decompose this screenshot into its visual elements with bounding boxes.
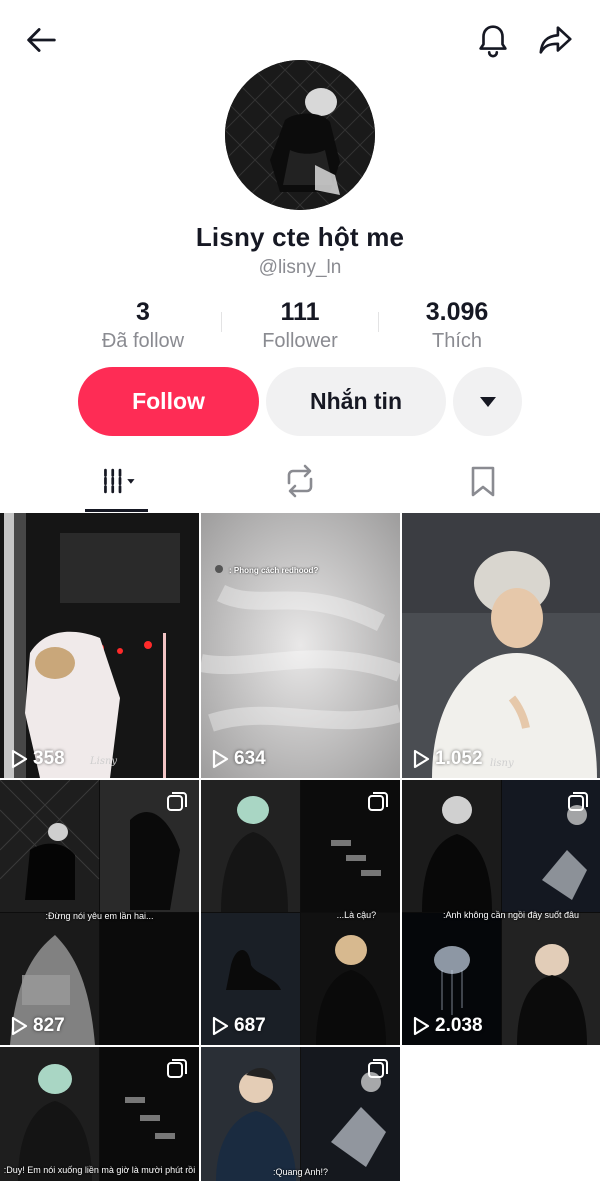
share-button[interactable] bbox=[534, 18, 578, 62]
view-count-text: 1.052 bbox=[435, 748, 483, 769]
grid-lines-icon bbox=[104, 468, 135, 494]
profile-tabs bbox=[0, 452, 600, 512]
play-outline-icon bbox=[11, 1016, 28, 1036]
likes-stat: 3.096 Thích bbox=[367, 298, 547, 353]
video-overlay-text: : Phong cách redhood? bbox=[229, 566, 319, 575]
following-stat[interactable]: 3 Đã follow bbox=[53, 298, 233, 353]
video-thumbnail[interactable]: Lisny 358 bbox=[0, 513, 199, 778]
view-count-text: 358 bbox=[33, 748, 65, 769]
tab-videos[interactable] bbox=[20, 452, 220, 510]
video-thumbnail[interactable]: :Quang Anh!? bbox=[201, 1047, 400, 1181]
view-count: 634 bbox=[210, 748, 266, 770]
followers-label: Follower bbox=[262, 330, 338, 352]
view-count-text: 687 bbox=[234, 1015, 266, 1036]
view-count: 687 bbox=[210, 1015, 266, 1037]
video-caption: :Đừng nói yêu em lần hai... bbox=[45, 911, 154, 921]
video-thumbnail[interactable]: :Duy! Em nói xuống liền mà giờ là mười p… bbox=[0, 1047, 199, 1181]
profile-actions: Follow Nhắn tin bbox=[0, 367, 600, 437]
view-count: 1.052 bbox=[411, 748, 483, 770]
back-button[interactable] bbox=[19, 18, 63, 62]
play-outline-icon bbox=[413, 749, 430, 769]
video-thumbnail-image bbox=[201, 513, 400, 778]
notifications-button[interactable] bbox=[471, 18, 515, 62]
video-thumbnail-image bbox=[0, 513, 199, 778]
multi-image-icon bbox=[568, 792, 588, 812]
video-thumbnail[interactable]: :Anh không cần ngồi đây suốt đâu 2.038 bbox=[402, 780, 600, 1045]
multi-image-icon bbox=[167, 1059, 187, 1079]
active-tab-indicator bbox=[85, 509, 148, 512]
view-count-text: 634 bbox=[234, 748, 266, 769]
play-outline-icon bbox=[11, 749, 28, 769]
followers-stat[interactable]: 111 Follower bbox=[210, 298, 390, 353]
arrow-left-icon bbox=[27, 28, 56, 52]
video-thumbnail[interactable]: ...Là cậu? 687 bbox=[201, 780, 400, 1045]
view-count: 2.038 bbox=[411, 1015, 483, 1037]
video-caption: :Quang Anh!? bbox=[272, 1167, 329, 1177]
multi-image-icon bbox=[368, 1059, 388, 1079]
video-thumbnail[interactable]: :Đừng nói yêu em lần hai... 827 bbox=[0, 780, 199, 1045]
repost-icon bbox=[287, 464, 313, 498]
play-outline-icon bbox=[212, 749, 229, 769]
view-count: 358 bbox=[9, 748, 65, 770]
bell-icon bbox=[479, 25, 507, 58]
tab-saved[interactable] bbox=[383, 452, 583, 510]
display-name: Lisny cte hột me bbox=[195, 222, 405, 252]
multi-image-icon bbox=[167, 792, 187, 812]
video-grid: Lisny 358 : Phong cách redhood? 634 lisn… bbox=[0, 513, 600, 1181]
play-outline-icon bbox=[413, 1016, 430, 1036]
likes-label: Thích bbox=[431, 330, 483, 352]
message-button[interactable]: Nhắn tin bbox=[266, 367, 446, 436]
view-count-text: 827 bbox=[33, 1015, 65, 1036]
share-arrow-icon bbox=[539, 26, 572, 54]
multi-image-icon bbox=[368, 792, 388, 812]
follow-button[interactable]: Follow bbox=[78, 367, 259, 436]
caret-down-icon bbox=[479, 396, 496, 407]
following-count: 3 bbox=[136, 298, 150, 326]
tab-reposts[interactable] bbox=[200, 452, 400, 510]
avatar[interactable] bbox=[225, 60, 375, 210]
watermark: Lisny bbox=[90, 756, 118, 767]
play-outline-icon bbox=[212, 1016, 229, 1036]
username-handle: @lisny_ln bbox=[258, 257, 342, 278]
profile-stats: 3 Đã follow 111 Follower 3.096 Thích bbox=[0, 298, 600, 358]
video-thumbnail[interactable]: lisny 1.052 bbox=[402, 513, 600, 778]
bookmark-icon bbox=[471, 466, 495, 497]
view-count-text: 2.038 bbox=[435, 1015, 483, 1036]
video-thumbnail-image bbox=[402, 513, 600, 778]
video-thumbnail[interactable]: : Phong cách redhood? 634 bbox=[201, 513, 400, 778]
following-label: Đã follow bbox=[101, 330, 185, 352]
video-caption: :Anh không cần ngồi đây suốt đâu bbox=[442, 910, 580, 920]
video-caption: ...Là cậu? bbox=[336, 910, 377, 920]
likes-count: 3.096 bbox=[425, 298, 489, 326]
more-options-button[interactable] bbox=[453, 367, 522, 436]
watermark: lisny bbox=[490, 758, 514, 769]
followers-count: 111 bbox=[280, 298, 320, 326]
view-count: 827 bbox=[9, 1015, 65, 1037]
avatar-image bbox=[225, 60, 375, 210]
video-caption: :Duy! Em nói xuống liền mà giờ là mười p… bbox=[3, 1165, 196, 1175]
